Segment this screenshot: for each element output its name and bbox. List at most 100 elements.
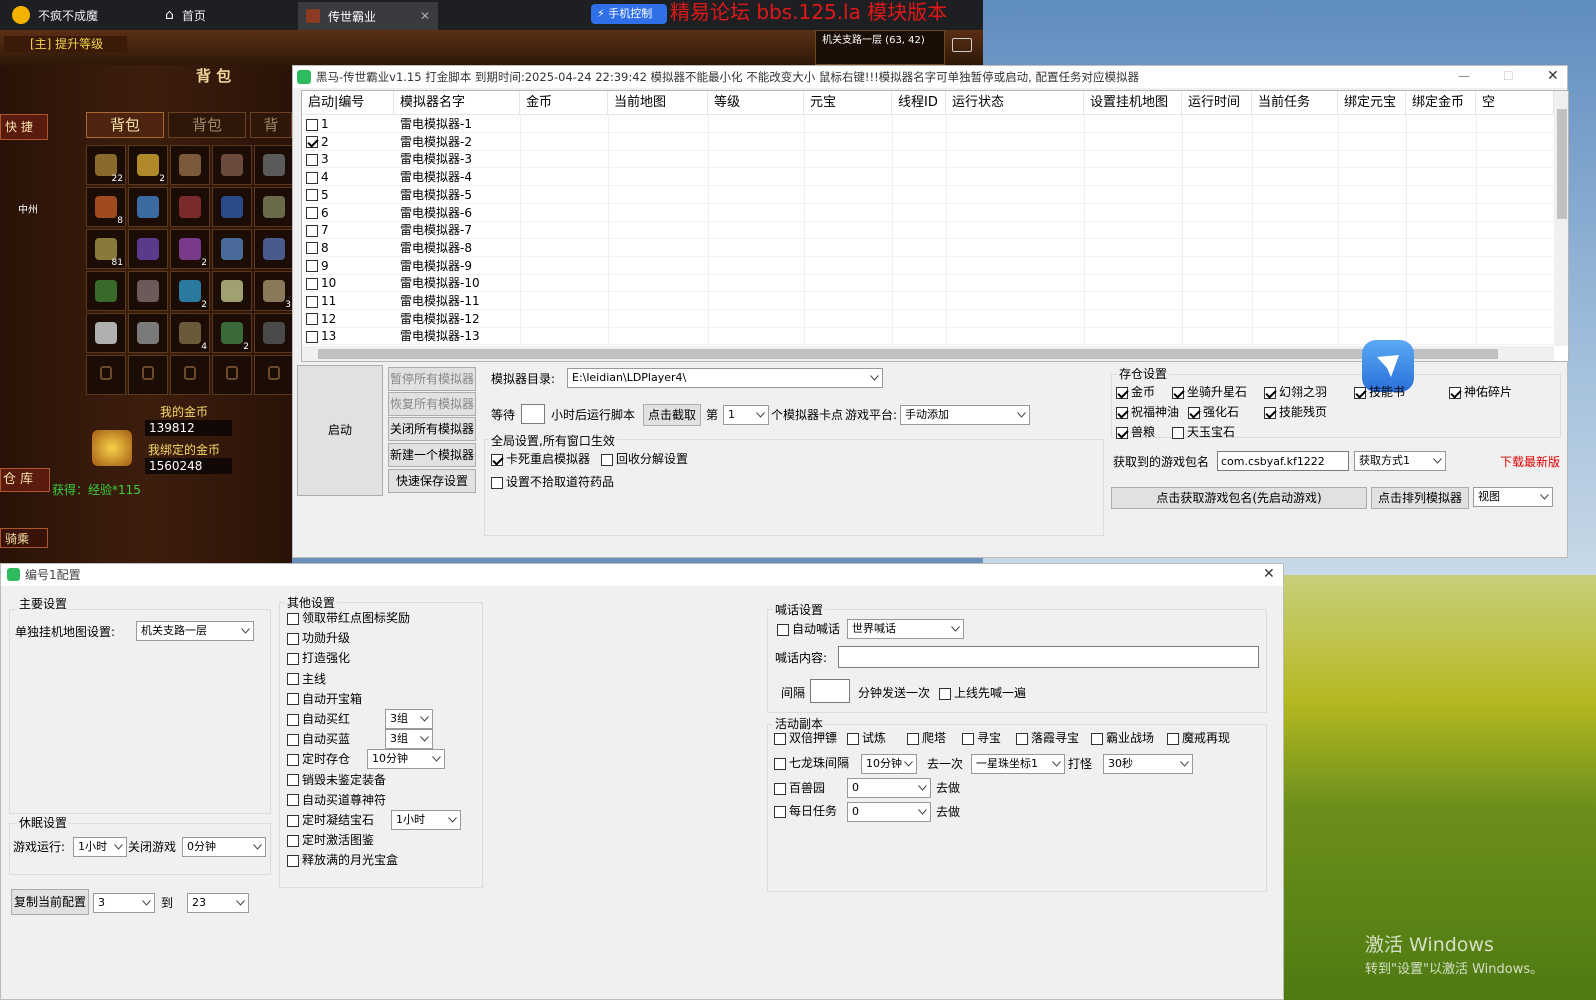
- locked-slot[interactable]: [86, 355, 126, 395]
- dragon-ball-checkbox[interactable]: 七龙珠间隔: [774, 755, 849, 771]
- other-setting-checkbox[interactable]: 功勋升级: [287, 630, 350, 646]
- checkbox[interactable]: [1116, 406, 1128, 419]
- inventory-slot[interactable]: [86, 271, 126, 311]
- inventory-slot[interactable]: [86, 313, 126, 353]
- locked-slot[interactable]: [254, 355, 294, 395]
- star-coord-select[interactable]: 一星珠坐标1: [971, 754, 1065, 774]
- storage-checkbox[interactable]: 金币: [1116, 384, 1155, 400]
- table-row[interactable]: 11 雷电模拟器-11: [302, 292, 1554, 310]
- beast-select[interactable]: 0: [847, 778, 931, 798]
- checkbox[interactable]: [1449, 386, 1461, 399]
- run-select[interactable]: 1小时: [73, 837, 127, 857]
- inventory-slot[interactable]: [170, 187, 210, 227]
- map-select[interactable]: 机关支路一层: [136, 621, 254, 641]
- row-checkbox[interactable]: [306, 171, 318, 184]
- activity-checkbox[interactable]: 落霞寻宝: [1016, 730, 1079, 746]
- checkbox[interactable]: [601, 453, 613, 466]
- checkbox[interactable]: [1264, 406, 1276, 419]
- inventory-slot[interactable]: [254, 313, 294, 353]
- inventory-slot[interactable]: [128, 229, 168, 269]
- table-row[interactable]: 6 雷电模拟器-6: [302, 203, 1554, 222]
- browser-tab-active[interactable]: 传世霸业 ✕: [298, 2, 438, 30]
- storage-checkbox[interactable]: 神佑碎片: [1449, 384, 1512, 400]
- inventory-slot[interactable]: [212, 229, 252, 269]
- inventory-slot[interactable]: 8: [86, 187, 126, 227]
- browser-tab[interactable]: 不疯不成魔: [0, 0, 150, 30]
- copy-config-button[interactable]: 复制当前配置: [11, 889, 89, 915]
- storage-checkbox[interactable]: 祝福神油: [1116, 404, 1179, 420]
- table-row[interactable]: 9 雷电模拟器-9: [302, 256, 1554, 275]
- other-setting-checkbox[interactable]: 定时激活图鉴: [287, 832, 374, 848]
- checkbox[interactable]: [287, 774, 299, 787]
- locked-slot[interactable]: [170, 355, 210, 395]
- other-setting-checkbox[interactable]: 自动买道尊神符: [287, 792, 386, 808]
- other-setting-checkbox[interactable]: 释放满的月光宝盒: [287, 852, 398, 868]
- quest-tracker[interactable]: [主] 提升等级: [4, 36, 128, 52]
- column-header[interactable]: 线程ID: [892, 91, 946, 115]
- checkbox[interactable]: [287, 733, 299, 746]
- daily-task-checkbox[interactable]: 每日任务: [774, 803, 837, 819]
- fight-select[interactable]: 30秒: [1103, 754, 1193, 774]
- inventory-slot[interactable]: [212, 271, 252, 311]
- other-setting-checkbox[interactable]: 主线: [287, 671, 326, 687]
- row-start-cell[interactable]: 9: [306, 258, 392, 274]
- row-checkbox[interactable]: [306, 118, 318, 131]
- inventory-slot[interactable]: 4: [170, 313, 210, 353]
- locked-slot[interactable]: [212, 355, 252, 395]
- platform-select[interactable]: 手动添加: [900, 405, 1030, 425]
- row-checkbox[interactable]: [306, 153, 318, 166]
- dir-select[interactable]: E:\leidian\LDPlayer4\: [567, 368, 883, 388]
- storage-checkbox[interactable]: 幻翎之羽: [1264, 384, 1327, 400]
- inventory-slot[interactable]: [128, 313, 168, 353]
- other-setting-checkbox[interactable]: 定时存仓: [287, 751, 350, 767]
- storage-checkbox[interactable]: 坐骑升星石: [1172, 384, 1247, 400]
- row-simulator-name[interactable]: 雷电模拟器-10: [400, 275, 520, 291]
- column-header[interactable]: 运行状态: [946, 91, 1084, 115]
- checkbox[interactable]: [939, 687, 951, 700]
- table-row[interactable]: 5 雷电模拟器-5: [302, 185, 1554, 204]
- inventory-slot[interactable]: 2: [170, 271, 210, 311]
- column-header[interactable]: 设置挂机地图: [1084, 91, 1182, 115]
- inventory-slot[interactable]: 2: [128, 145, 168, 185]
- column-header[interactable]: 绑定金币: [1406, 91, 1476, 115]
- table-row[interactable]: 3 雷电模拟器-3: [302, 150, 1554, 169]
- checkbox[interactable]: [1264, 386, 1276, 399]
- column-header[interactable]: 模拟器名字: [394, 91, 520, 115]
- checkbox[interactable]: [287, 753, 299, 766]
- checkbox[interactable]: [1172, 386, 1184, 399]
- checkbox[interactable]: [1116, 386, 1128, 399]
- checkbox[interactable]: [1354, 386, 1366, 399]
- checkbox[interactable]: [287, 854, 299, 867]
- mount-button[interactable]: 骑乘: [0, 528, 48, 548]
- row-checkbox[interactable]: [306, 136, 318, 149]
- checkbox[interactable]: [1167, 732, 1179, 745]
- row-start-cell[interactable]: 13: [306, 328, 392, 344]
- activity-checkbox[interactable]: 爬塔: [907, 730, 946, 746]
- quick-save-button[interactable]: 快速保存设置: [388, 469, 476, 493]
- new-simulator-button[interactable]: 新建一个模拟器: [388, 443, 476, 467]
- browser-tab-home[interactable]: ⌂ 首页: [157, 0, 297, 30]
- activity-checkbox[interactable]: 霸业战场: [1091, 730, 1154, 746]
- table-row[interactable]: 2 雷电模拟器-2: [302, 132, 1554, 151]
- row-start-cell[interactable]: 1: [306, 116, 392, 132]
- checkbox[interactable]: [287, 693, 299, 706]
- storage-checkbox[interactable]: 强化石: [1188, 404, 1239, 420]
- locked-slot[interactable]: [128, 355, 168, 395]
- column-header[interactable]: 启动|编号: [302, 91, 394, 115]
- table-row[interactable]: 1 雷电模拟器-1: [302, 115, 1554, 133]
- row-checkbox[interactable]: [306, 295, 318, 308]
- row-start-cell[interactable]: 11: [306, 293, 392, 309]
- column-header[interactable]: 运行时间: [1182, 91, 1252, 115]
- row-checkbox[interactable]: [306, 242, 318, 255]
- inventory-slot[interactable]: [212, 145, 252, 185]
- wait-hours-input[interactable]: [521, 404, 545, 424]
- restart-on-freeze-checkbox[interactable]: 卡死重启模拟器: [491, 451, 590, 467]
- minimap-panel[interactable]: 机关支路一层 (63, 42): [815, 30, 945, 65]
- recycle-settings-checkbox[interactable]: 回收分解设置: [601, 451, 688, 467]
- inventory-slot[interactable]: [128, 187, 168, 227]
- storage-checkbox[interactable]: 技能残页: [1264, 404, 1327, 420]
- row-start-cell[interactable]: 6: [306, 205, 392, 221]
- other-setting-select[interactable]: 3组: [385, 709, 433, 729]
- row-checkbox[interactable]: [306, 277, 318, 290]
- column-header[interactable]: 等级: [708, 91, 804, 115]
